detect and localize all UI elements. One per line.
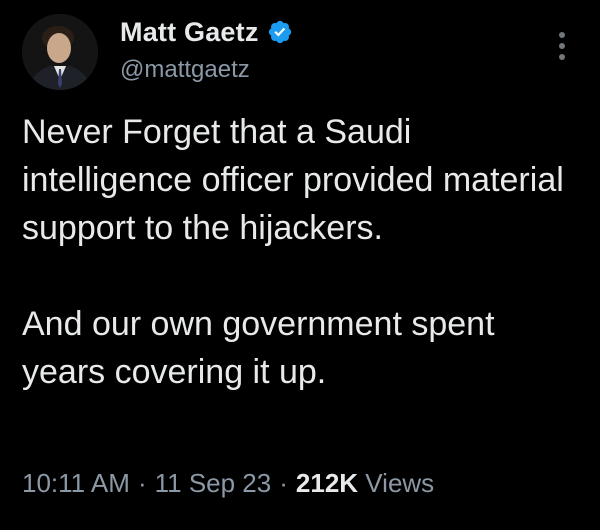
tweet-text: Never Forget that a Saudi intelligence o…: [22, 108, 582, 396]
views-label: Views: [365, 468, 435, 498]
more-dot: [559, 32, 565, 38]
tweet-card: Matt Gaetz @mattgaetz Never Forget that …: [0, 0, 600, 530]
tweet-paragraph: Never Forget that a Saudi intelligence o…: [22, 113, 564, 247]
more-options-icon[interactable]: [552, 26, 572, 66]
tweet-date[interactable]: 11 Sep 23: [155, 468, 272, 498]
more-dot: [559, 43, 565, 49]
meta-separator: ·: [279, 468, 288, 498]
meta-separator: ·: [137, 468, 147, 498]
author-handle[interactable]: @mattgaetz: [120, 56, 250, 84]
more-dot: [559, 54, 565, 60]
avatar-photo: [22, 14, 98, 90]
verified-badge-icon: [267, 19, 293, 45]
tweet-paragraph: And our own government spent years cover…: [22, 305, 495, 391]
tweet-time[interactable]: 10:11 AM: [22, 468, 130, 498]
views-count: 212K: [295, 468, 359, 498]
avatar[interactable]: [22, 14, 98, 90]
display-name[interactable]: Matt Gaetz: [120, 17, 259, 48]
tweet-meta: 10:11 AM · 11 Sep 23 · 212K Views: [22, 468, 434, 499]
author-name-row[interactable]: Matt Gaetz: [120, 14, 293, 50]
